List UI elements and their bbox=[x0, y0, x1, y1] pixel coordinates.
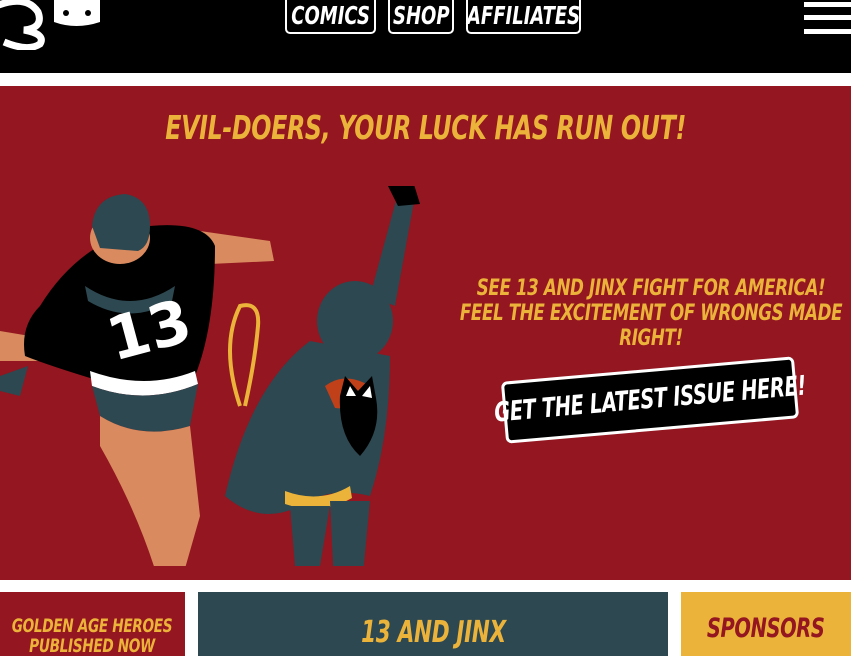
nav-shop-link[interactable]: SHOP bbox=[388, 0, 454, 34]
hero-tagline-text: SEE 13 AND JINX FIGHT FOR AMERICA! FEEL … bbox=[459, 276, 843, 351]
site-logo[interactable] bbox=[0, 0, 110, 50]
site-header: COMICS SHOP AFFILIATES bbox=[0, 0, 851, 73]
latest-issue-button-label: GET THE LATEST ISSUE HERE! bbox=[492, 370, 808, 429]
hero-banner: EVIL-DOERS, YOUR LUCK HAS RUN OUT! 13 SE… bbox=[0, 86, 851, 580]
nav-comics-link[interactable]: COMICS bbox=[285, 0, 376, 34]
hamburger-menu-icon[interactable] bbox=[804, 0, 851, 40]
golden-age-card-title: GOLDEN AGE HEROES PUBLISHED NOW bbox=[11, 615, 173, 656]
hero-headline: EVIL-DOERS, YOUR LUCK HAS RUN OUT! bbox=[0, 108, 851, 148]
latest-issue-button[interactable]: GET THE LATEST ISSUE HERE! bbox=[493, 356, 807, 444]
nav-comics-label: COMICS bbox=[291, 1, 370, 30]
sponsors-card-title: SPONSORS bbox=[707, 613, 825, 644]
nav-affiliates-label: AFFILIATES bbox=[466, 1, 581, 30]
sponsors-card[interactable]: SPONSORS bbox=[681, 592, 851, 656]
hero-13-figure: 13 bbox=[0, 194, 274, 566]
nav-affiliates-link[interactable]: AFFILIATES bbox=[466, 0, 581, 34]
thirteen-and-jinx-card-title: 13 AND JINX bbox=[360, 615, 506, 650]
nav-shop-label: SHOP bbox=[392, 1, 450, 30]
golden-age-card[interactable]: GOLDEN AGE HEROES PUBLISHED NOW bbox=[0, 592, 185, 656]
hero-tagline: SEE 13 AND JINX FIGHT FOR AMERICA! FEEL … bbox=[452, 276, 850, 351]
thirteen-and-jinx-card[interactable]: 13 AND JINX bbox=[198, 592, 668, 656]
hero-headline-text: EVIL-DOERS, YOUR LUCK HAS RUN OUT! bbox=[165, 108, 686, 147]
heroes-illustration: 13 bbox=[0, 186, 420, 566]
